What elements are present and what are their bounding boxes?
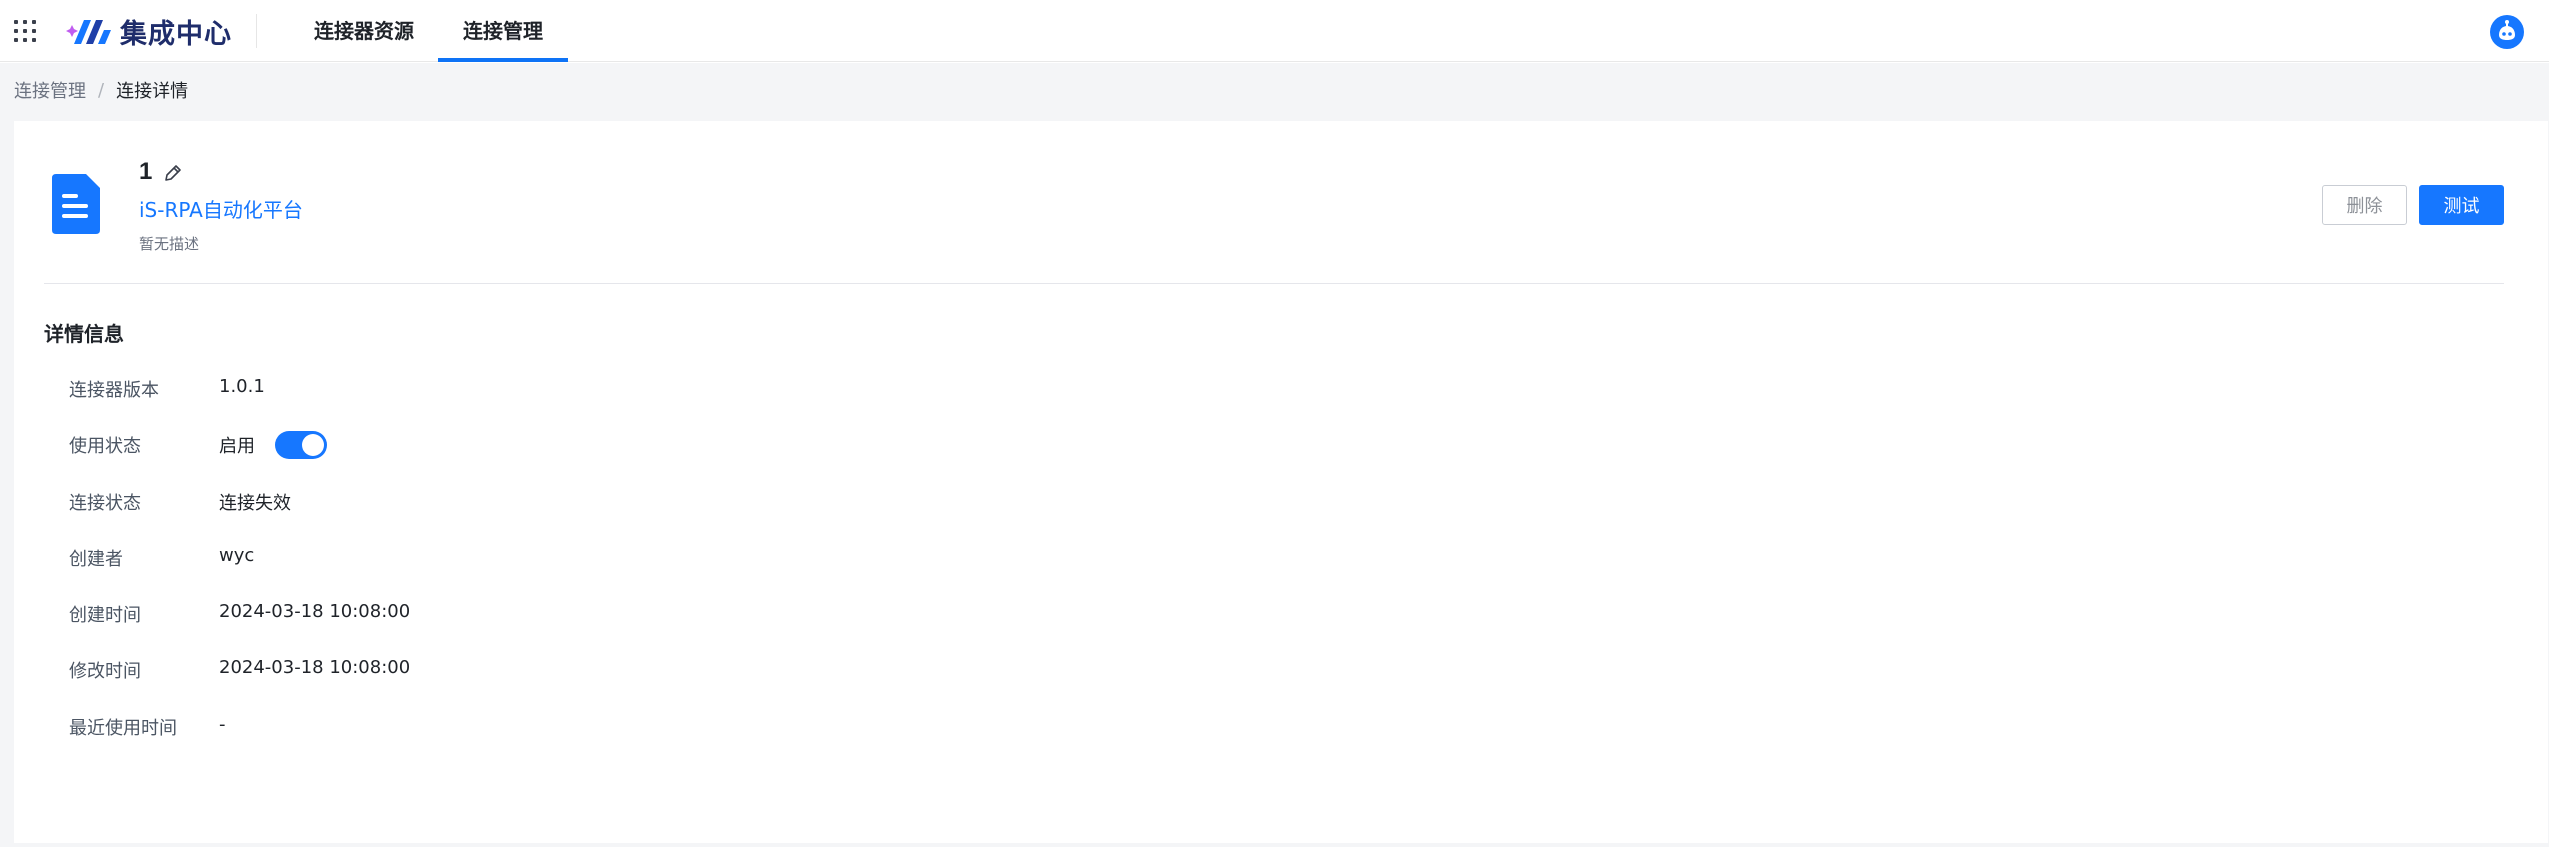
tab-connection-management[interactable]: 连接管理: [438, 0, 568, 62]
section-divider: [44, 283, 2504, 284]
test-button[interactable]: 测试: [2419, 185, 2504, 225]
app-root: 集成中心 连接器资源 连接管理 连接管理 / 连接详情 1 iS-RPA自动化平…: [0, 0, 2549, 847]
breadcrumb-separator: /: [98, 79, 105, 101]
breadcrumb-bar: [0, 63, 2549, 121]
breadcrumb-current: 连接详情: [116, 81, 189, 102]
logo-text: 集成中心: [120, 18, 232, 50]
detail-label-created-time: 创建时间: [69, 605, 141, 626]
detail-value-connection-status: 连接失效: [219, 493, 291, 514]
detail-label-version: 连接器版本: [69, 380, 159, 401]
usage-status-toggle[interactable]: [275, 431, 327, 459]
toggle-knob: [302, 434, 324, 456]
document-icon: [52, 174, 100, 234]
detail-value-last-used-time: -: [219, 714, 226, 735]
logo[interactable]: 集成中心: [64, 14, 232, 50]
detail-label-usage-status: 使用状态: [69, 436, 141, 457]
detail-value-creator: wyc: [219, 545, 255, 566]
tab-connector-resources[interactable]: 连接器资源: [298, 0, 430, 62]
logo-mark-icon: [66, 20, 111, 44]
detail-label-connection-status: 连接状态: [69, 493, 141, 514]
detail-label-modified-time: 修改时间: [69, 661, 141, 682]
details-section-title: 详情信息: [44, 322, 124, 346]
connection-platform-link[interactable]: iS-RPA自动化平台: [139, 194, 303, 223]
breadcrumb-connection-management[interactable]: 连接管理: [14, 77, 86, 103]
app-launcher-icon[interactable]: [14, 20, 36, 42]
detail-label-last-used-time: 最近使用时间: [69, 718, 177, 739]
edit-icon[interactable]: [162, 162, 184, 184]
robot-avatar-icon: [2499, 20, 2515, 40]
connection-description: 暂无描述: [139, 235, 200, 253]
delete-button[interactable]: 删除: [2322, 185, 2407, 225]
user-avatar[interactable]: [2490, 15, 2524, 49]
breadcrumb: 连接管理 / 连接详情: [14, 77, 188, 103]
detail-panel: [14, 121, 2548, 843]
header-divider: [256, 14, 257, 48]
detail-value-created-time: 2024-03-18 10:08:00: [219, 601, 411, 622]
top-header: 集成中心 连接器资源 连接管理: [0, 0, 2549, 62]
connection-name: 1: [139, 158, 153, 185]
detail-value-usage-status: 启用: [219, 436, 255, 457]
detail-label-creator: 创建者: [69, 549, 123, 570]
detail-value-modified-time: 2024-03-18 10:08:00: [219, 657, 411, 678]
detail-value-version: 1.0.1: [219, 376, 265, 397]
